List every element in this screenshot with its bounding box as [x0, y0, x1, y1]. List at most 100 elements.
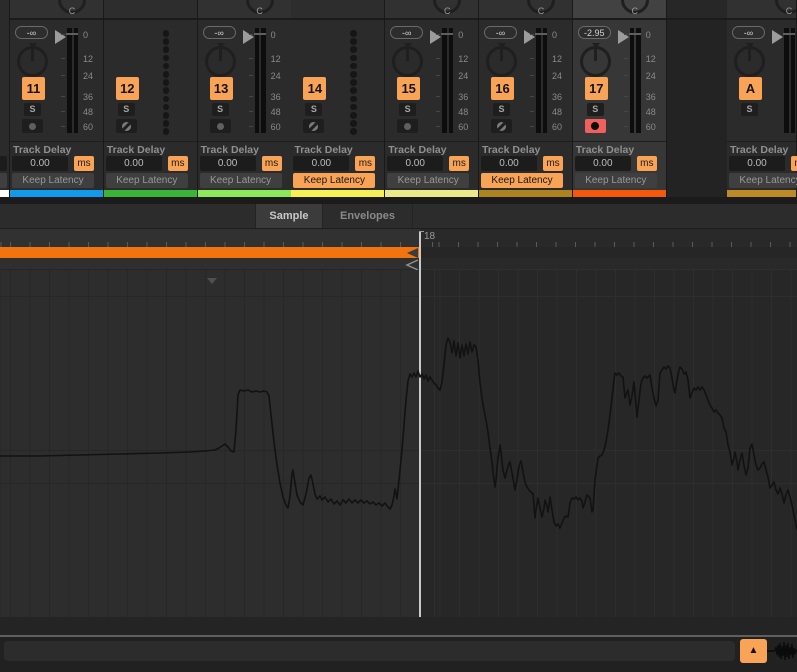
track-header[interactable]: C	[198, 0, 291, 20]
track-column-13[interactable]: C-∞0122436486013STrack Delay0.00msKeep L…	[198, 0, 292, 197]
marker-lane-left	[0, 258, 420, 270]
track-header[interactable]	[104, 0, 197, 20]
record-arm-button[interactable]	[397, 119, 418, 133]
track-header[interactable]: C	[573, 0, 666, 20]
loop-end-arrow-icon[interactable]	[407, 248, 418, 258]
volume-value[interactable]: -2.95	[578, 26, 611, 39]
solo-button[interactable]: S	[493, 103, 510, 116]
volume-knob-pointer	[219, 47, 222, 61]
track-number-badge[interactable]: 12	[116, 77, 139, 100]
track-number-badge[interactable]: 15	[397, 77, 420, 100]
record-arm-button[interactable]	[116, 119, 137, 133]
tab-envelopes[interactable]: Envelopes	[323, 204, 412, 228]
volume-value[interactable]: -∞	[732, 26, 765, 39]
volume-value[interactable]: -∞	[390, 26, 423, 39]
volume-value[interactable]: -∞	[15, 26, 48, 39]
level-meter	[67, 28, 72, 133]
track-header[interactable]: C	[385, 0, 478, 20]
track-column-15[interactable]: C-∞0122436486015STrack Delay0.00msKeep L…	[385, 0, 479, 197]
keep-latency-button[interactable]: Keep Latency	[12, 173, 94, 188]
track-column-11[interactable]: C-∞0122436486011STrack Delay0.00msKeep L…	[10, 0, 104, 197]
track-number-badge[interactable]: 11	[22, 77, 45, 100]
level-meter	[791, 28, 796, 133]
delay-unit-button[interactable]: ms	[449, 156, 469, 171]
solo-button[interactable]: S	[118, 103, 135, 116]
keep-latency-button[interactable]: Keep Latency	[106, 173, 188, 188]
record-circle-icon	[404, 123, 411, 130]
delay-unit-button[interactable]: ms	[791, 156, 797, 171]
delay-unit-button[interactable]: ms	[262, 156, 282, 171]
insert-marker-line[interactable]	[419, 231, 421, 617]
track-number-badge[interactable]: A	[739, 77, 762, 100]
sample-grid[interactable]	[421, 270, 797, 617]
record-arm-button[interactable]	[210, 119, 231, 133]
record-arm-button[interactable]	[22, 119, 43, 133]
track-number-badge[interactable]: 13	[210, 77, 233, 100]
volume-slider-thumb-icon[interactable]	[772, 30, 783, 44]
track-delay-value[interactable]: 0.00	[387, 156, 443, 171]
zoom-hotspot-triangle-icon[interactable]	[207, 278, 217, 284]
tab-sample[interactable]: Sample	[256, 204, 322, 228]
meter-tick	[61, 96, 65, 97]
delay-unit-button[interactable]: ms	[168, 156, 188, 171]
solo-button[interactable]: S	[305, 103, 322, 116]
clip-end-marker-icon[interactable]	[404, 259, 420, 271]
solo-button[interactable]: S	[587, 103, 604, 116]
volume-value[interactable]: -∞	[203, 26, 236, 39]
level-meter	[255, 28, 260, 133]
solo-button[interactable]: S	[741, 103, 758, 116]
midi-arm-icon	[122, 122, 131, 131]
track-header[interactable]: C	[727, 0, 796, 20]
track-delay-value[interactable]: 0.00	[200, 156, 256, 171]
solo-button[interactable]: S	[399, 103, 416, 116]
track-delay-value[interactable]: 0.00	[575, 156, 631, 171]
meter-zero-notch	[783, 33, 795, 35]
meter-scale-label: 60	[552, 122, 568, 132]
delay-unit-button[interactable]: ms	[543, 156, 563, 171]
record-arm-button-active[interactable]	[585, 119, 606, 133]
keep-latency-button[interactable]: Keep Latency	[481, 173, 563, 188]
keep-latency-button[interactable]: Keep Latency	[729, 173, 797, 188]
record-arm-button[interactable]	[491, 119, 512, 133]
track-header[interactable]	[291, 0, 384, 20]
track-delay-value[interactable]: 0.00	[481, 156, 537, 171]
keep-latency-button[interactable]: Keep Latency	[293, 173, 375, 188]
record-arm-button[interactable]	[303, 119, 324, 133]
meter-scale-label: 0	[271, 30, 287, 40]
track-number-badge[interactable]: 16	[491, 77, 514, 100]
loop-brace[interactable]	[0, 247, 420, 259]
fold-panel-button[interactable]: ▲	[740, 639, 767, 663]
volume-slider-thumb-icon[interactable]	[243, 30, 254, 44]
track-column-A[interactable]: C-∞ASTrack Delay0.00msKeep Latency	[727, 0, 797, 197]
track-delay-value[interactable]: 0.00	[12, 156, 68, 171]
track-number-badge[interactable]: 14	[303, 77, 326, 100]
keep-latency-button[interactable]: Keep Latency	[387, 173, 469, 188]
volume-slider-thumb-icon[interactable]	[618, 30, 629, 44]
sample-grid-loop-region[interactable]	[0, 270, 420, 617]
track-delay-value[interactable]: 0.00	[293, 156, 349, 171]
track-number-badge[interactable]: 17	[585, 77, 608, 100]
mixer-clip-divider	[0, 197, 797, 204]
track-header[interactable]: C	[479, 0, 572, 20]
volume-slider-thumb-icon[interactable]	[524, 30, 535, 44]
keep-latency-button[interactable]: Keep Latency	[200, 173, 282, 188]
track-delay-label: Track Delay	[107, 144, 165, 156]
track-column-14[interactable]: 14STrack Delay0.00msKeep Latency	[291, 0, 385, 197]
volume-slider-thumb-icon[interactable]	[55, 30, 66, 44]
solo-button[interactable]: S	[24, 103, 41, 116]
delay-unit-button[interactable]: ms	[74, 156, 94, 171]
track-delay-value[interactable]: 0.00	[729, 156, 785, 171]
track-column-17[interactable]: C-2.950122436486017STrack Delay0.00msKee…	[573, 0, 667, 197]
track-column-12[interactable]: 12 S Track Delay0.00 ms Keep Latency	[104, 0, 198, 197]
track-delay-value[interactable]: 0.00	[106, 156, 162, 171]
volume-slider-thumb-icon[interactable]	[430, 30, 441, 44]
meter-tick	[61, 58, 65, 59]
meter-tick	[436, 75, 440, 76]
solo-button[interactable]: S	[212, 103, 229, 116]
keep-latency-button[interactable]: Keep Latency	[575, 173, 657, 188]
delay-unit-button[interactable]: ms	[637, 156, 657, 171]
track-column-16[interactable]: C-∞0122436486016STrack Delay0.00msKeep L…	[479, 0, 573, 197]
delay-unit-button[interactable]: ms	[355, 156, 375, 171]
volume-value[interactable]: -∞	[484, 26, 517, 39]
track-header[interactable]: C	[10, 0, 103, 20]
